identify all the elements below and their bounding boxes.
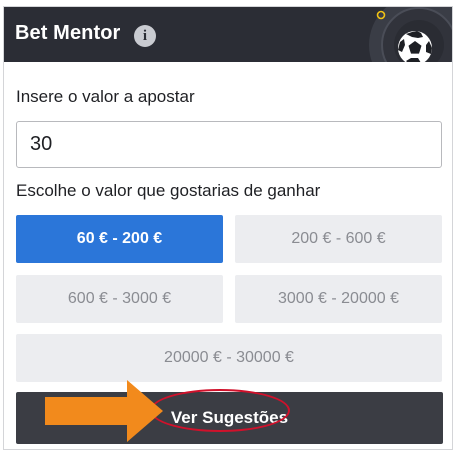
range-option-600-3000[interactable]: 600 € - 3000 € <box>16 275 223 323</box>
bet-mentor-widget: Bet Mentor i Insere o valor a apostar Es… <box>3 6 453 450</box>
target-label: Escolhe o valor que gostarias de ganhar <box>16 181 321 200</box>
soccer-ball-icon <box>369 7 452 62</box>
stake-input[interactable] <box>16 121 442 168</box>
see-suggestions-button[interactable]: Ver Sugestões <box>16 392 443 444</box>
range-option-20000-30000[interactable]: 20000 € - 30000 € <box>16 334 442 382</box>
range-option-60-200[interactable]: 60 € - 200 € <box>16 215 223 263</box>
see-suggestions-label: Ver Sugestões <box>170 408 289 427</box>
widget-header: Bet Mentor i <box>4 7 452 62</box>
range-option-3000-20000[interactable]: 3000 € - 20000 € <box>235 275 442 323</box>
widget-title: Bet Mentor <box>15 22 121 44</box>
info-icon[interactable]: i <box>134 25 156 47</box>
range-option-200-600[interactable]: 200 € - 600 € <box>235 215 442 263</box>
stake-label: Insere o valor a apostar <box>16 87 195 106</box>
